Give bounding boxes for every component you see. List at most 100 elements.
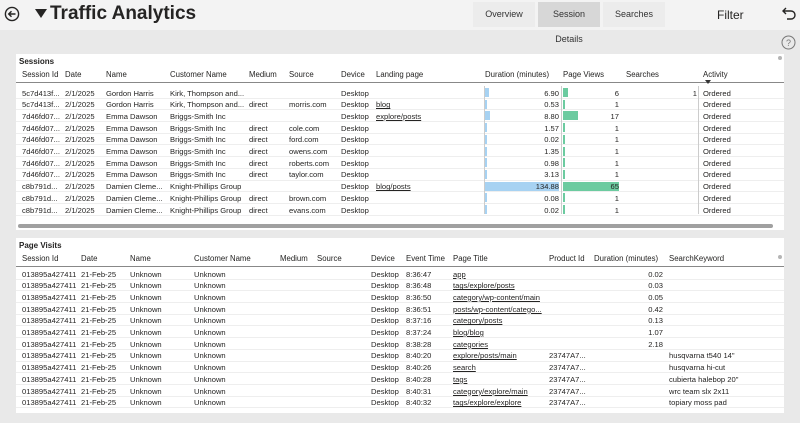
column-header-date[interactable]: Date (65, 70, 81, 79)
cell-page-title[interactable]: category/explore/main (453, 387, 547, 396)
cell-searchkeyword: cubierta halebop 20" (669, 374, 739, 384)
cell-name: Unknown (130, 339, 162, 349)
column-header-source[interactable]: Source (317, 254, 342, 263)
column-header-customer-name[interactable]: Customer Name (170, 70, 227, 79)
cell-date: 2/1/2025 (65, 123, 95, 133)
column-header-session-id[interactable]: Session Id (22, 70, 58, 79)
column-header-device[interactable]: Device (371, 254, 395, 263)
collapse-caret-icon[interactable] (35, 9, 47, 18)
back-arrow-icon[interactable] (4, 6, 20, 22)
cell-name: Emma Dawson (106, 158, 158, 168)
cell-landing-page[interactable]: blog (376, 100, 481, 109)
table-row[interactable]: c8b791d... 2/1/2025 Damien Cleme... Knight-… (16, 181, 784, 193)
cell-session-id: 013895a427411 (22, 304, 77, 314)
table-row[interactable]: 013895a427411 21-Feb-25 Unknown Unknown Desk… (16, 373, 784, 385)
cell-device: Desktop (341, 182, 369, 192)
sort-descending-icon[interactable] (705, 80, 711, 84)
table-row[interactable]: 013895a427411 21-Feb-25 Unknown Unknown Desk… (16, 280, 784, 292)
column-header-customer-name[interactable]: Customer Name (194, 254, 251, 263)
column-header-source[interactable]: Source (289, 70, 314, 79)
cell-device: Desktop (341, 135, 369, 145)
cell-page-title[interactable]: tags/explore/explore (453, 398, 547, 407)
column-header-medium[interactable]: Medium (249, 70, 277, 79)
cell-page-title[interactable]: app (453, 270, 547, 279)
table-row[interactable]: 013895a427411 21-Feb-25 Unknown Unknown Desk… (16, 291, 784, 304)
column-header-medium[interactable]: Medium (280, 254, 308, 263)
table-row[interactable]: 7d46fd07... 2/1/2025 Emma Dawson Briggs-Smi… (16, 110, 784, 123)
cell-searchkeyword: husqvarna hi-cut (669, 363, 726, 373)
help-icon[interactable]: ? (781, 35, 796, 50)
cell-date: 2/1/2025 (65, 193, 95, 203)
cell-page-title[interactable]: tags/explore/posts (453, 281, 547, 290)
column-header-session-id[interactable]: Session Id (22, 254, 58, 263)
table-row[interactable]: 013895a427411 21-Feb-25 Unknown Unknown Desk… (16, 315, 784, 327)
tab-searches[interactable]: Searches (603, 2, 665, 27)
column-header-page-views[interactable]: Page Views (563, 70, 604, 79)
table-row[interactable]: 013895a427411 21-Feb-25 Unknown Unknown Desk… (16, 362, 784, 374)
filter-button[interactable]: Filter (717, 8, 744, 22)
table-row[interactable]: 013895a427411 21-Feb-25 Unknown Unknown Desk… (16, 268, 784, 280)
cell-landing-page[interactable]: explore/posts (376, 112, 481, 121)
table-row[interactable]: c8b791d... 2/1/2025 Damien Cleme... Knight-… (16, 192, 784, 204)
column-header-page-title[interactable]: Page Title (453, 254, 488, 263)
cell-landing-page[interactable]: blog/posts (376, 182, 481, 191)
table-row[interactable]: 013895a427411 21-Feb-25 Unknown Unknown Desk… (16, 338, 784, 350)
cell-duration-minutes: 1.57 (544, 123, 559, 133)
cell-session-id: 7d46fd07... (22, 147, 61, 156)
cell-customer-name: Unknown (194, 398, 226, 408)
column-header-activity[interactable]: Activity (703, 70, 728, 79)
cell-duration-minutes: 8.80 (544, 111, 559, 121)
cell-customer-name: Unknown (194, 281, 226, 291)
cell-page-views: 1 (614, 193, 619, 203)
table-row[interactable]: 013895a427411 21-Feb-25 Unknown Unknown Desk… (16, 397, 784, 409)
table-row[interactable]: c8b791d... 2/1/2025 Damien Cleme... Knight-… (16, 204, 784, 216)
cell-page-title[interactable]: posts/wp-content/catego... (453, 305, 547, 314)
cell-date: 21-Feb-25 (81, 398, 117, 408)
cell-event-time: 8:36:51 (406, 304, 432, 314)
column-header-duration-minutes[interactable]: Duration (minutes) (594, 254, 658, 263)
column-header-event-time[interactable]: Event Time (406, 254, 445, 263)
page-visits-header-row: Session Id Date Name Customer Name Medium Sou… (16, 250, 784, 267)
cell-session-id: 013895a427411 (22, 374, 77, 384)
cell-page-title[interactable]: blog/blog (453, 328, 547, 337)
table-row[interactable]: 013895a427411 21-Feb-25 Unknown Unknown Desk… (16, 385, 784, 397)
column-header-product-id[interactable]: Product Id (549, 254, 585, 263)
tab-session-details[interactable]: Session Details (538, 2, 600, 44)
table-row[interactable]: 5c7d413f... 2/1/2025 Gordon Harris Kirk, Th… (16, 99, 784, 111)
cell-page-title[interactable]: search (453, 363, 547, 372)
table-row[interactable]: 013895a427411 21-Feb-25 Unknown Unknown Desk… (16, 327, 784, 339)
table-row[interactable]: 7d46fd07... 2/1/2025 Emma Dawson Briggs-Smi… (16, 157, 784, 169)
table-row[interactable]: 5c7d413f... 2/1/2025 Gordon Harris Kirk, Th… (16, 87, 784, 99)
cell-date: 21-Feb-25 (81, 328, 117, 337)
table-row[interactable]: 7d46fd07... 2/1/2025 Emma Dawson Briggs-Smi… (16, 122, 784, 134)
tab-overview[interactable]: Overview (473, 2, 535, 27)
column-header-date[interactable]: Date (81, 254, 97, 263)
table-row[interactable]: 013895a427411 21-Feb-25 Unknown Unknown Desk… (16, 303, 784, 315)
column-header-landing-page[interactable]: Landing page (376, 70, 423, 79)
column-header-name[interactable]: Name (130, 254, 151, 263)
column-header-device[interactable]: Device (341, 70, 365, 79)
sessions-vertical-scrollbar[interactable] (778, 56, 782, 60)
column-header-duration-minutes[interactable]: Duration (minutes) (485, 70, 549, 79)
table-row[interactable]: 7d46fd07... 2/1/2025 Emma Dawson Briggs-Smi… (16, 169, 784, 181)
table-row[interactable]: 7d46fd07... 2/1/2025 Emma Dawson Briggs-Smi… (16, 146, 784, 158)
cell-session-id: 7d46fd07... (22, 158, 61, 168)
table-row[interactable]: 7d46fd07... 2/1/2025 Emma Dawson Briggs-Smi… (16, 134, 784, 146)
cell-device: Desktop (371, 304, 399, 314)
column-header-name[interactable]: Name (106, 70, 127, 79)
column-header-searches[interactable]: Searches (626, 70, 659, 79)
cell-page-title[interactable]: tags (453, 375, 547, 384)
cell-page-title[interactable]: categories (453, 340, 547, 349)
cell-session-id: 7d46fd07... (22, 123, 61, 133)
undo-icon[interactable] (781, 5, 797, 21)
sessions-horizontal-scrollbar[interactable] (18, 224, 773, 228)
page-visits-vertical-scrollbar[interactable] (778, 255, 782, 259)
table-row[interactable]: 013895a427411 21-Feb-25 Unknown Unknown Desk… (16, 350, 784, 362)
cell-event-time: 8:37:16 (406, 316, 432, 326)
cell-product-id: 23747A7... (549, 363, 586, 373)
cell-device: Desktop (371, 281, 399, 291)
cell-page-title[interactable]: category/wp-content/main (453, 293, 547, 302)
column-header-searchkeyword[interactable]: SearchKeyword (669, 254, 724, 263)
cell-page-title[interactable]: category/posts (453, 316, 547, 325)
cell-page-title[interactable]: explore/posts/main (453, 351, 547, 360)
